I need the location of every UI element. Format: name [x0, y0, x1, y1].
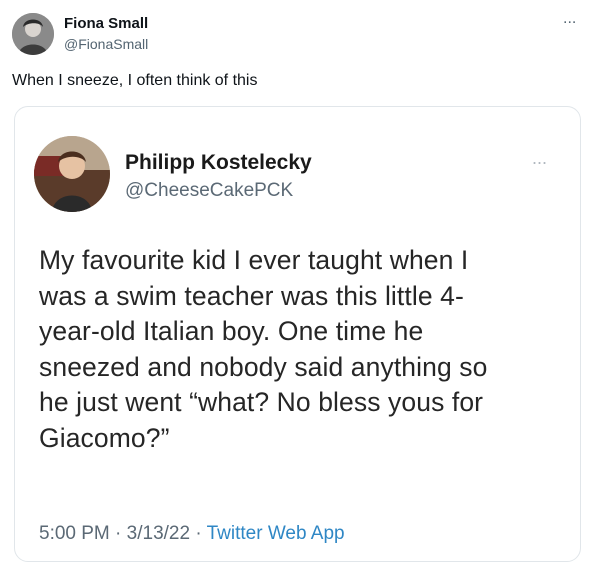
tweet-text: When I sneeze, I often think of this: [12, 72, 258, 89]
quoted-avatar[interactable]: [34, 136, 110, 212]
quoted-author-handle[interactable]: @CheeseCakePCK: [125, 180, 293, 202]
meta-separator: ·: [190, 523, 207, 544]
author-name[interactable]: Fiona Small: [64, 15, 148, 32]
tweet-metadata: 5:00 PM · 3/13/22 · Twitter Web App: [39, 523, 345, 545]
author-handle[interactable]: @FionaSmall: [64, 36, 148, 52]
meta-separator: ·: [109, 523, 127, 544]
quoted-author-name[interactable]: Philipp Kostelecky: [125, 151, 312, 175]
avatar[interactable]: [12, 13, 54, 55]
source-app-link[interactable]: Twitter Web App: [207, 523, 345, 544]
more-options-icon[interactable]: ...: [563, 10, 576, 28]
tweet-date[interactable]: 3/13/22: [127, 523, 190, 544]
quoted-tweet-text: My favourite kid I ever taught when I wa…: [39, 245, 488, 453]
quoted-more-options-icon[interactable]: ...: [532, 148, 547, 169]
tweet-time[interactable]: 5:00 PM: [39, 523, 110, 544]
